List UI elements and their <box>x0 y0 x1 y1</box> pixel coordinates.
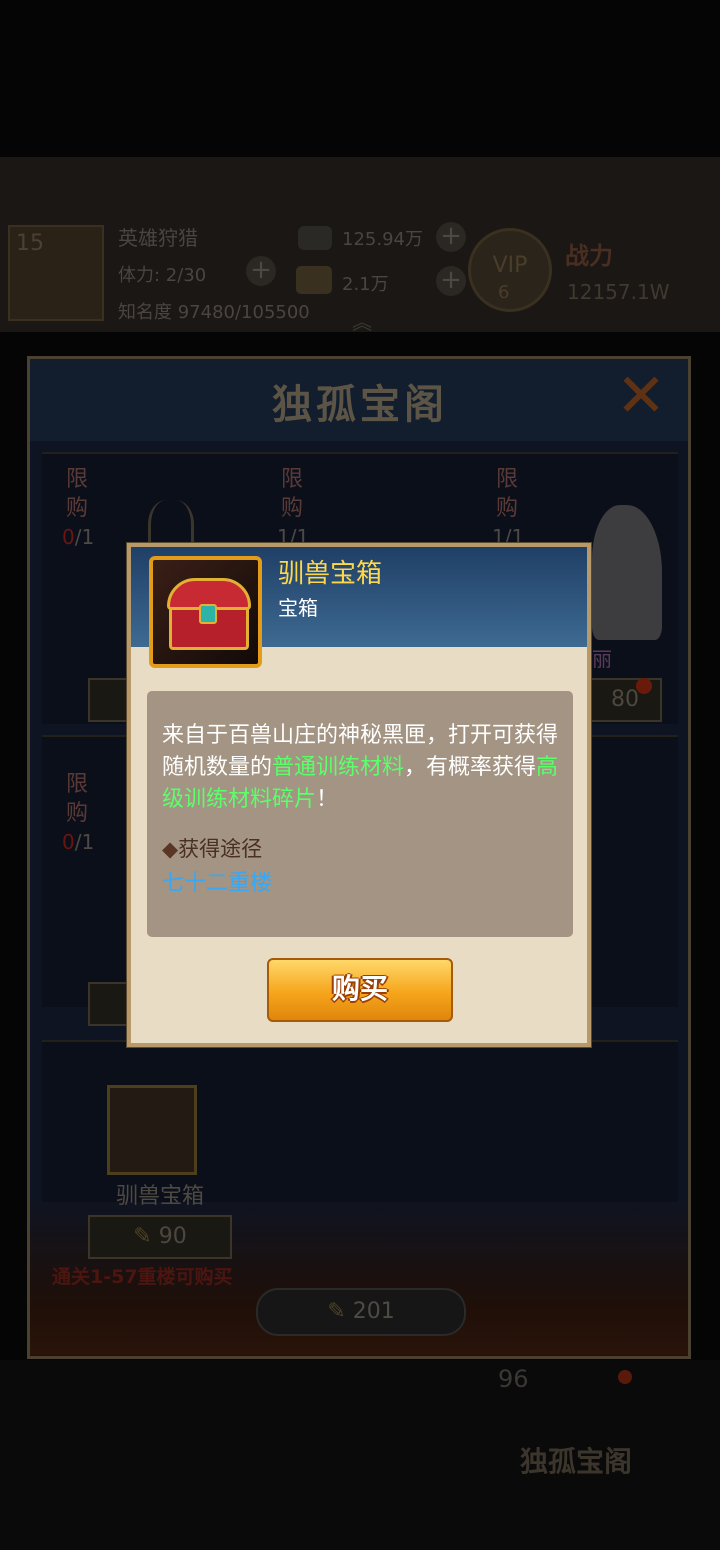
silver-icon <box>298 226 332 250</box>
vip-label: VIP <box>492 253 528 278</box>
purchase-requirement: 通关1-57重楼可购买 <box>52 1266 233 1288</box>
add-stamina-button[interactable]: + <box>246 256 276 286</box>
vip-badge[interactable]: VIP <box>468 228 552 312</box>
limit-tag-2: 限 购 1/1 <box>277 465 309 552</box>
power-label: 战力 <box>565 242 613 270</box>
chest-item-name: 驯兽宝箱 <box>115 1184 204 1209</box>
player-avatar[interactable]: 15 <box>8 225 104 321</box>
buy-button[interactable]: 购买 <box>267 958 453 1022</box>
chest-item-icon[interactable] <box>107 1085 197 1175</box>
bottom-count-fragment: 96 <box>498 1365 529 1393</box>
currency-amount: 201 <box>352 1299 395 1324</box>
limit-tag-1: 限 购 0/1 <box>62 465 95 552</box>
horse-label-fragment: 丽 <box>592 647 612 671</box>
source-link[interactable]: 七十二重楼 <box>162 865 272 897</box>
add-silver-button[interactable]: + <box>436 222 466 252</box>
price-value: 80 <box>611 687 639 712</box>
fame-text: 知名度 97480/105500 <box>118 302 310 323</box>
limit-label-top: 限 <box>495 467 518 492</box>
gold-icon <box>296 266 332 294</box>
expand-arrow-icon[interactable]: ︽ <box>352 306 372 335</box>
limit-tag-3: 限 购 1/1 <box>492 465 524 552</box>
limit-count: 0/1 <box>62 525 95 549</box>
shop-close-icon[interactable]: ✕ <box>606 366 676 428</box>
currency-total: ✎ 201 <box>256 1288 466 1336</box>
highlight-normal-material: 普通训练材料 <box>272 755 405 780</box>
chest-item-price: 90 <box>158 1224 187 1249</box>
scroll-icon: ✎ <box>133 1224 152 1249</box>
limit-label-bottom: 购 <box>280 496 303 521</box>
alert-dot-icon <box>636 678 652 694</box>
chest-icon <box>149 556 262 668</box>
limit-label-top: 限 <box>65 467 88 492</box>
shop-entry-button[interactable]: 独孤宝阁 <box>520 1440 632 1480</box>
limit-tag-4: 限 购 0/1 <box>62 770 95 857</box>
limit-count: 0/1 <box>62 830 95 854</box>
chest-item-price-box[interactable]: ✎ 90 <box>88 1215 232 1259</box>
power-value: 12157.1W <box>567 280 670 304</box>
item-type: 宝箱 <box>278 596 318 620</box>
limit-label-bottom: 购 <box>495 496 518 521</box>
price-box-1[interactable] <box>88 678 132 722</box>
add-gold-button[interactable]: + <box>436 266 466 296</box>
gold-amount: 2.1万 <box>342 274 389 295</box>
mode-title: 英雄狩猎 <box>118 226 198 250</box>
player-level: 15 <box>16 231 44 256</box>
alert-dot-icon <box>618 1370 632 1384</box>
source-title: ◆获得途径 <box>162 837 263 861</box>
limit-label-bottom: 购 <box>65 801 88 826</box>
silver-amount: 125.94万 <box>342 229 423 250</box>
diamond-bullet-icon: ◆ <box>162 837 179 861</box>
item-name: 驯兽宝箱 <box>278 559 383 589</box>
vip-level: 6 <box>498 282 510 303</box>
item-description: 来自于百兽山庄的神秘黑匣，打开可获得随机数量的普通训练材料，有概率获得高级训练材… <box>162 723 559 812</box>
horse-figure <box>592 505 662 640</box>
scroll-icon: ✎ <box>327 1299 346 1324</box>
limit-label-top: 限 <box>280 467 303 492</box>
price-box-4[interactable] <box>88 982 132 1026</box>
stamina-text: 体力: 2/30 <box>118 265 207 286</box>
limit-label-top: 限 <box>65 772 88 797</box>
limit-label-bottom: 购 <box>65 496 88 521</box>
